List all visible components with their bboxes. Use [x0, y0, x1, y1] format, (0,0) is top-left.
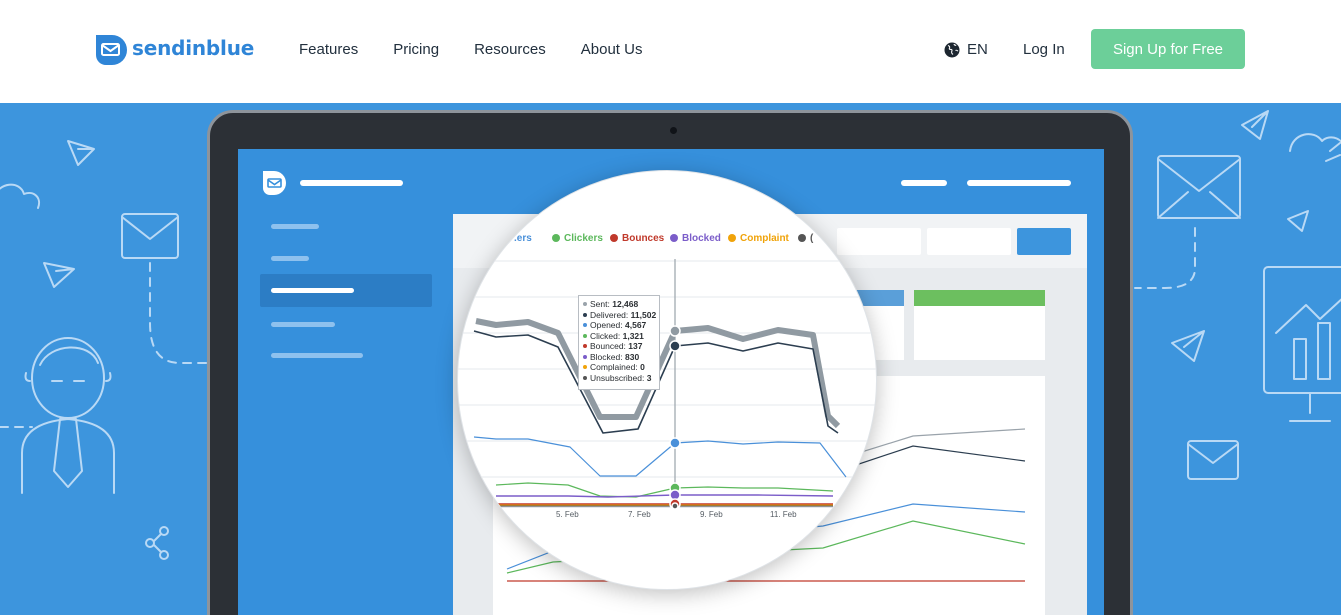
header-account-placeholder[interactable]	[967, 180, 1071, 186]
cloud-icon	[1289, 133, 1341, 162]
apply-button[interactable]	[1017, 228, 1071, 255]
sidebar-item[interactable]	[271, 322, 335, 327]
sendinblue-logo-icon	[96, 35, 127, 65]
sidebar-item[interactable]	[271, 256, 309, 261]
x-tick-label: 5. Feb	[556, 510, 579, 519]
stat-card	[914, 290, 1045, 360]
sidebar-item[interactable]	[271, 224, 319, 229]
opened-marker	[669, 437, 681, 449]
chart-magnifier: .ers Clickers Bounces Blocked Complaint …	[457, 170, 877, 590]
x-tick-label: 11. Feb	[770, 510, 797, 519]
language-label: EN	[967, 41, 988, 58]
series-opened-line	[473, 436, 847, 478]
hero-section: .ers Clickers Bounces Blocked Complaint …	[0, 103, 1341, 615]
app-title-placeholder	[300, 180, 403, 186]
paper-plane-icon	[1287, 210, 1309, 232]
cloud-icon	[0, 183, 40, 209]
share-icon	[145, 526, 169, 560]
sendinblue-logo-icon	[263, 171, 286, 195]
login-link[interactable]: Log In	[1023, 41, 1065, 58]
webcam	[670, 127, 677, 134]
sent-marker	[669, 325, 681, 337]
site-header: sendinblue Features Pricing Resources Ab…	[0, 0, 1341, 103]
chart-tooltip: Sent: 12,468 Delivered: 11,502 Opened: 4…	[578, 295, 660, 390]
unsubscribed-marker	[671, 502, 679, 510]
nav-about-us[interactable]: About Us	[581, 41, 643, 58]
tooltip-row: Delivered: 11,502	[583, 310, 656, 321]
tooltip-row: Bounced: 137	[583, 341, 655, 352]
signup-button[interactable]: Sign Up for Free	[1091, 29, 1245, 69]
language-selector[interactable]: EN	[944, 41, 988, 58]
paper-plane-icon	[67, 140, 95, 166]
person-icon	[0, 337, 115, 494]
main-nav: Features Pricing Resources About Us	[299, 41, 677, 58]
paper-plane-icon	[43, 262, 75, 288]
x-tick-label: 9. Feb	[700, 510, 723, 519]
envelope-icon	[121, 213, 179, 259]
tooltip-row: Unsubscribed: 3	[583, 373, 655, 384]
series-blocked-line	[496, 494, 834, 498]
delivered-marker	[669, 340, 681, 352]
tooltip-row: Opened: 4,567	[583, 320, 655, 331]
stat-card-header	[914, 290, 1045, 306]
monitor-icon	[1263, 266, 1341, 422]
date-field[interactable]	[927, 228, 1011, 255]
tooltip-row: Blocked: 830	[583, 352, 655, 363]
nav-resources[interactable]: Resources	[474, 41, 546, 58]
nav-pricing[interactable]: Pricing	[393, 41, 439, 58]
brand-name: sendinblue	[132, 36, 255, 60]
globe-icon	[944, 42, 960, 57]
header-menu-placeholder[interactable]	[901, 180, 947, 186]
envelope-icon	[1187, 440, 1239, 480]
tooltip-row: Complained: 0	[583, 362, 655, 373]
nav-features[interactable]: Features	[299, 41, 358, 58]
envelope-icon	[1157, 155, 1241, 219]
sidebar-item[interactable]	[271, 353, 363, 358]
brand-logo[interactable]: sendinblue	[94, 31, 254, 65]
x-tick-label: 7. Feb	[628, 510, 651, 519]
zoomed-line-chart	[458, 259, 876, 510]
sidebar-active-label	[271, 288, 354, 293]
tooltip-row: Sent: 12,468	[583, 299, 655, 310]
tooltip-row: Clicked: 1,321	[583, 331, 655, 342]
paper-plane-icon	[1171, 330, 1205, 362]
paper-plane-icon	[1241, 110, 1269, 140]
